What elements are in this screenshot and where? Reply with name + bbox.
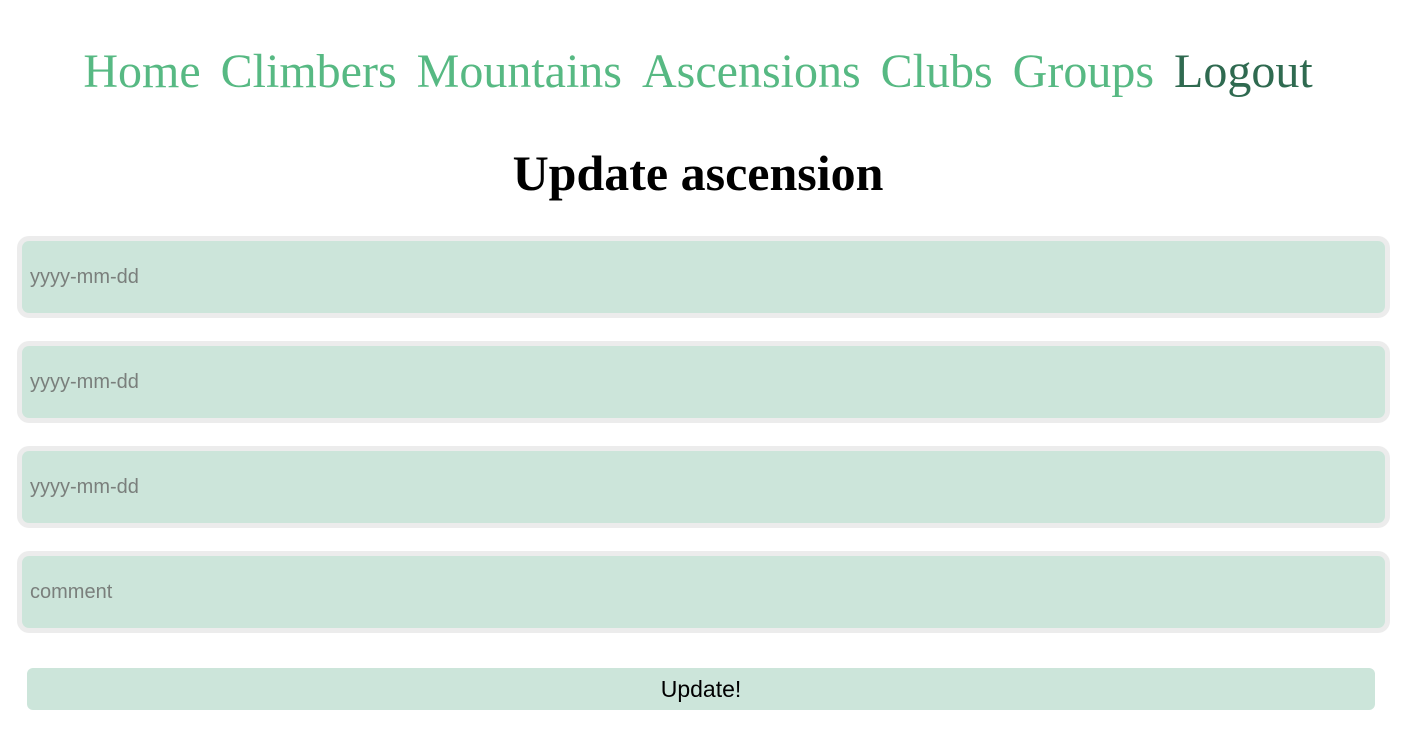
- page-title: Update ascension: [512, 145, 884, 201]
- date-field-1-wrapper: [17, 236, 1390, 318]
- main-nav: Home Climbers Mountains Ascensions Clubs…: [0, 44, 1396, 100]
- nav-link-climbers[interactable]: Climbers: [221, 44, 397, 100]
- date-input-1[interactable]: [22, 241, 1385, 313]
- comment-input[interactable]: [22, 556, 1385, 628]
- nav-link-clubs[interactable]: Clubs: [881, 44, 993, 100]
- nav-link-logout[interactable]: Logout: [1174, 44, 1313, 100]
- date-input-2[interactable]: [22, 346, 1385, 418]
- nav-link-groups[interactable]: Groups: [1013, 44, 1154, 100]
- nav-link-mountains[interactable]: Mountains: [417, 44, 622, 100]
- nav-link-home[interactable]: Home: [83, 44, 200, 100]
- date-field-3-wrapper: [17, 446, 1390, 528]
- nav-link-ascensions[interactable]: Ascensions: [642, 44, 861, 100]
- comment-field-wrapper: [17, 551, 1390, 633]
- date-field-2-wrapper: [17, 341, 1390, 423]
- date-input-3[interactable]: [22, 451, 1385, 523]
- update-button[interactable]: Update!: [27, 668, 1375, 710]
